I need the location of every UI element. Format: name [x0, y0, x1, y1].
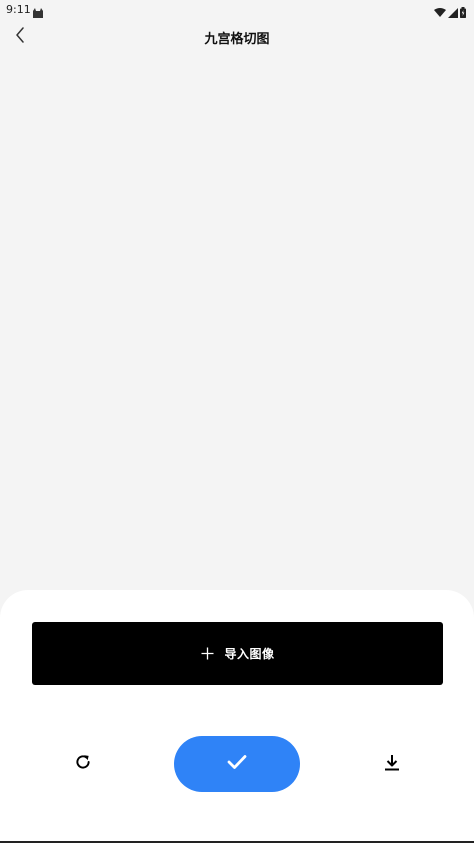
confirm-button[interactable] — [174, 736, 300, 792]
signal-icon — [448, 3, 458, 22]
refresh-icon — [74, 753, 92, 775]
page-title: 九宫格切图 — [204, 32, 270, 47]
wifi-icon — [434, 3, 446, 22]
download-button[interactable] — [377, 749, 407, 779]
check-icon — [227, 754, 247, 774]
battery-icon — [460, 3, 466, 22]
plus-icon — [200, 647, 214, 661]
bottom-sheet: 导入图像 — [0, 590, 474, 843]
notification-cat-icon — [32, 4, 44, 18]
import-image-label: 导入图像 — [224, 647, 275, 661]
status-bar: 9:11 — [0, 0, 474, 20]
image-preview-area — [0, 55, 474, 590]
download-icon — [384, 754, 400, 775]
status-icons — [434, 3, 466, 22]
status-time: 9:11 — [6, 3, 31, 16]
import-image-button[interactable]: 导入图像 — [32, 622, 443, 685]
reset-button[interactable] — [68, 749, 98, 779]
action-row — [0, 736, 474, 792]
title-bar: 九宫格切图 — [0, 22, 474, 52]
